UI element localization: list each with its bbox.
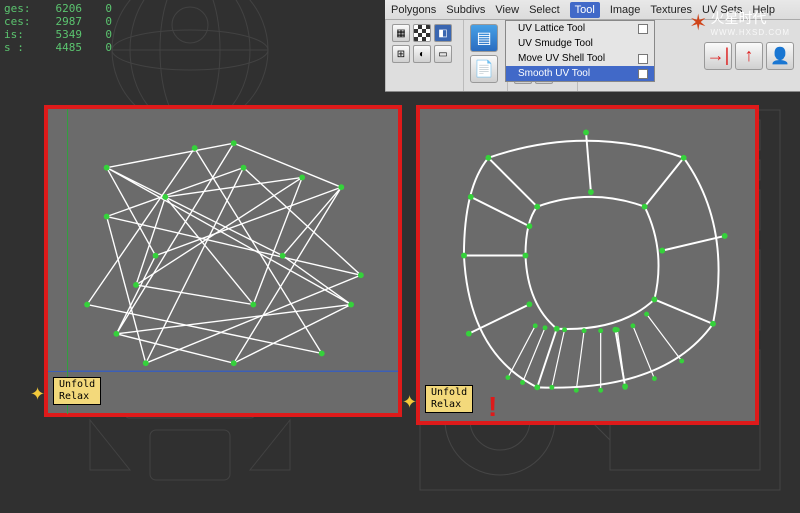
uv-mesh-smoothed	[420, 109, 755, 422]
page-button[interactable]: ▤	[470, 24, 498, 52]
unfold-label[interactable]: Unfold	[431, 387, 467, 399]
grid-toggle-button[interactable]: ▦	[392, 24, 410, 42]
uv-mesh-tangled	[48, 109, 398, 414]
menuitem-uv-lattice[interactable]: UV Lattice Tool	[506, 21, 654, 36]
optionbox-icon[interactable]	[638, 24, 648, 34]
smooth-uv-labels[interactable]: Unfold Relax	[53, 377, 101, 405]
optionbox-icon[interactable]	[638, 54, 648, 64]
relax-label[interactable]: Relax	[59, 391, 95, 403]
uv-panel-after[interactable]: ✦ Unfold Relax !	[416, 105, 759, 425]
menu-polygons[interactable]: Polygons	[391, 4, 436, 16]
star-icon: ✶	[689, 10, 707, 36]
poly-stats: ges:62060 ces:29870 is:53490 s :44850	[4, 2, 112, 54]
menu-tool[interactable]: Tool	[570, 2, 600, 18]
annotation-exclaim: !	[488, 391, 497, 423]
smooth-uv-labels[interactable]: Unfold Relax	[425, 385, 473, 413]
checker-toggle-button[interactable]: ​	[413, 24, 431, 42]
push-right-button[interactable]: →|	[704, 42, 732, 70]
uvshell-button[interactable]: ◧	[434, 24, 452, 42]
swap-button[interactable]: 📄	[470, 55, 498, 83]
menuitem-uv-smudge[interactable]: UV Smudge Tool	[506, 36, 654, 51]
frame-button[interactable]: ▭	[434, 45, 452, 63]
menuitem-move-uv-shell[interactable]: Move UV Shell Tool	[506, 51, 654, 66]
menu-subdivs[interactable]: Subdivs	[446, 4, 485, 16]
optionbox-icon[interactable]	[638, 69, 648, 79]
watermark-logo: ✶ 火星时代 WWW.HXSD.COM	[689, 8, 790, 37]
watermark-brand: 火星时代	[710, 10, 766, 26]
user-button[interactable]: 👤	[766, 42, 794, 70]
menu-textures[interactable]: Textures	[650, 4, 692, 16]
relax-label[interactable]: Relax	[431, 399, 467, 411]
tile-button[interactable]: ⊞	[392, 45, 410, 63]
unfold-label[interactable]: Unfold	[59, 379, 95, 391]
menuitem-smooth-uv[interactable]: Smooth UV Tool	[506, 66, 654, 81]
menu-select[interactable]: Select	[529, 4, 560, 16]
watermark-url: WWW.HXSD.COM	[710, 28, 790, 37]
origin-marker-icon: ✦	[30, 384, 45, 405]
menu-view[interactable]: View	[495, 4, 519, 16]
menu-image[interactable]: Image	[610, 4, 641, 16]
push-up-button[interactable]: ↑	[735, 42, 763, 70]
origin-marker-icon: ✦	[402, 392, 417, 413]
dim-button[interactable]: ◐	[413, 45, 431, 63]
uv-panel-before[interactable]: ✦ Unfold Relax	[44, 105, 402, 417]
tool-submenu[interactable]: UV Lattice Tool UV Smudge Tool Move UV S…	[505, 20, 655, 82]
